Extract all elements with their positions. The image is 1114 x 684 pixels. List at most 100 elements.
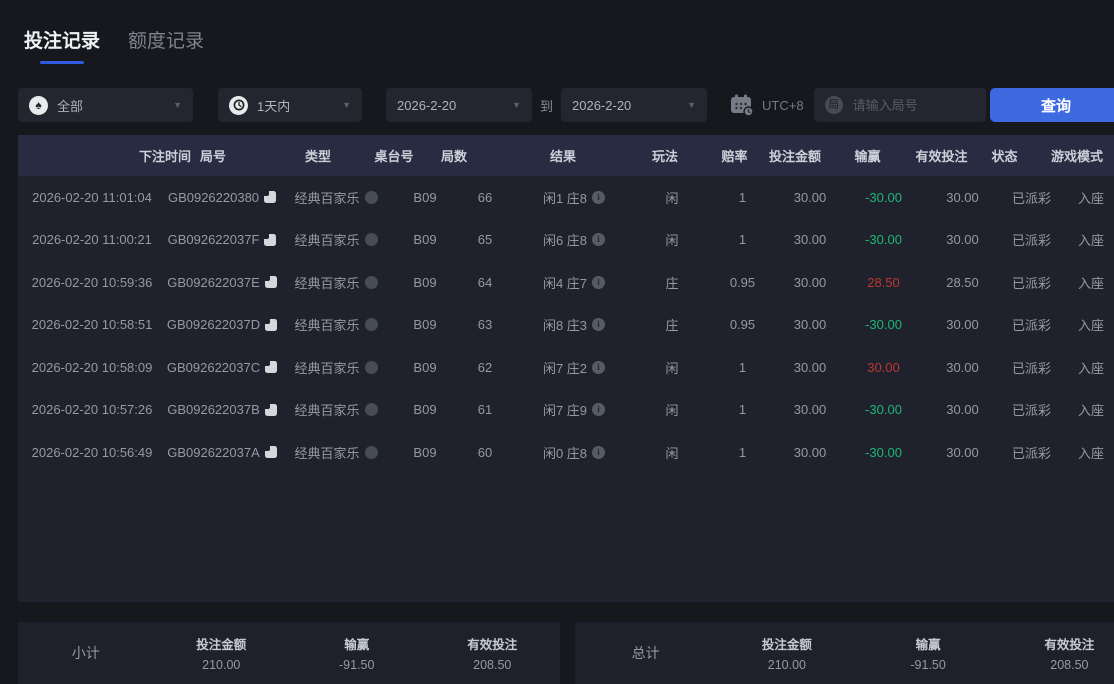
info-icon[interactable]: i: [592, 233, 606, 247]
bet-time-text: 2026-02-20 10:58:51: [31, 317, 153, 333]
cell-play-type: 庄: [634, 315, 710, 334]
subtotal-valid-bet: 有效投注 208.50: [425, 634, 561, 672]
win-loss-text: -30.00: [865, 317, 902, 333]
odds-text: 0.95: [729, 317, 756, 333]
valid-bet-text: 30.00: [946, 317, 979, 333]
game-mode-text: 入座: [1077, 445, 1104, 461]
info-icon[interactable]: i: [592, 190, 606, 204]
cell-table-no: B09: [394, 402, 456, 417]
cell-odds: 1: [710, 360, 775, 375]
round-search-input[interactable]: [850, 96, 965, 114]
round-count-text: 62: [477, 359, 493, 375]
copy-icon[interactable]: [264, 233, 277, 246]
game-mode-text: 入座: [1077, 190, 1104, 206]
cell-round-id: GB092622037D: [166, 317, 278, 332]
cell-valid-bet: 30.00: [922, 317, 1003, 332]
cell-status: 已派彩: [1003, 315, 1060, 334]
round-count-text: 63: [477, 317, 493, 333]
cell-odds: 1: [710, 445, 775, 460]
bet-amount-text: 30.00: [793, 274, 827, 290]
copy-icon[interactable]: [264, 446, 277, 459]
total-bet-amount: 投注金额 210.00: [716, 634, 857, 672]
cell-game-mode: 入座: [1060, 400, 1114, 419]
table-row: 2026-02-20 10:58:51 GB092622037D 经典百家乐 B09 6…: [18, 304, 1114, 347]
date-from-picker[interactable]: 2026-2-20 ▼: [386, 88, 532, 122]
cell-play-type: 闲: [634, 400, 710, 419]
game-logo-icon: [364, 190, 378, 204]
cell-odds: 1: [710, 190, 775, 205]
summary-bars: 小计 投注金额 210.00 输赢 -91.50 有效投注 208.50 总计 …: [18, 622, 1114, 684]
cell-bet-time: 2026-02-20 10:58:09: [18, 360, 166, 375]
game-type-text: 经典百家乐: [294, 233, 360, 249]
round-count-text: 60: [477, 444, 493, 460]
info-icon[interactable]: i: [592, 275, 606, 289]
table-header-row: 下注时间 局号 类型 桌台号 局数 结果 玩法 赔率 投注金额 输赢 有效投注 状态 游戏模式: [18, 135, 1114, 176]
cell-game-mode: 入座: [1060, 315, 1114, 334]
round-count-text: 61: [477, 402, 493, 418]
total-title: 总计: [631, 645, 660, 661]
tab-bet-records[interactable]: 投注记录: [24, 26, 100, 64]
tab-quota-records[interactable]: 额度记录: [128, 26, 204, 64]
cell-round-count: 65: [456, 232, 514, 247]
query-button[interactable]: 查询: [990, 88, 1114, 122]
cell-result: 闲8 庄3 i: [514, 315, 634, 334]
calendar-clock-icon[interactable]: [729, 93, 755, 117]
cell-odds: 1: [710, 232, 775, 247]
record-tabs: 投注记录 额度记录: [0, 0, 1114, 64]
date-to-picker[interactable]: 2026-2-20 ▼: [561, 88, 708, 122]
info-icon[interactable]: i: [592, 360, 606, 374]
valid-bet-label: 有效投注: [1044, 638, 1095, 652]
game-type-text: 经典百家乐: [294, 318, 360, 334]
odds-text: 1: [738, 189, 747, 205]
round-id-text: GB092622037D: [166, 317, 261, 333]
cell-status: 已派彩: [1003, 230, 1060, 249]
game-type-text: 经典百家乐: [294, 445, 360, 461]
copy-icon[interactable]: [264, 403, 277, 416]
status-text: 已派彩: [1011, 190, 1051, 206]
cell-round-id: GB092622037A: [166, 445, 278, 460]
cell-table-no: B09: [394, 190, 456, 205]
game-type-dropdown[interactable]: ♠ 全部 ▼: [18, 88, 193, 122]
copy-icon[interactable]: [265, 361, 278, 374]
column-header: 输赢: [854, 149, 881, 164]
cell-play-type: 闲: [634, 443, 710, 462]
info-icon[interactable]: i: [592, 318, 606, 332]
cell-odds: 0.95: [710, 275, 775, 290]
cell-round-count: 63: [456, 317, 514, 332]
cell-table-no: B09: [394, 317, 456, 332]
copy-icon[interactable]: [264, 191, 277, 204]
valid-bet-text: 30.00: [946, 359, 979, 375]
info-icon[interactable]: i: [592, 445, 606, 459]
cell-valid-bet: 30.00: [922, 360, 1003, 375]
valid-bet-text: 30.00: [946, 232, 979, 248]
play-type-text: 闲: [665, 360, 679, 376]
chevron-down-icon: ▼: [512, 100, 521, 110]
odds-text: 1: [738, 402, 747, 418]
column-header: 玩法: [651, 149, 678, 164]
cell-bet-amount: 30.00: [775, 360, 845, 375]
game-logo-icon: [364, 360, 378, 374]
bet-amount-label: 投注金额: [761, 638, 812, 652]
time-range-dropdown[interactable]: 1天内 ▼: [218, 88, 362, 122]
result-text: 闲7 庄2: [542, 360, 588, 376]
column-header: 结果: [549, 149, 576, 164]
table-no-text: B09: [413, 189, 437, 205]
cell-win-loss: -30.00: [845, 402, 922, 417]
round-search-box[interactable]: 局: [813, 88, 986, 122]
round-id-text: GB092622037E: [167, 274, 260, 290]
cell-valid-bet: 30.00: [922, 232, 1003, 247]
win-loss-text: -30.00: [865, 444, 902, 460]
info-icon[interactable]: i: [592, 403, 606, 417]
play-type-text: 闲: [665, 233, 679, 249]
bet-amount-text: 30.00: [793, 359, 827, 375]
cell-round-count: 64: [456, 275, 514, 290]
cell-result: 闲0 庄8 i: [514, 443, 634, 462]
chevron-down-icon: ▼: [173, 100, 182, 110]
play-type-text: 闲: [665, 445, 679, 461]
cell-game-mode: 入座: [1060, 443, 1114, 462]
cell-result: 闲6 庄8 i: [514, 230, 634, 249]
total-valid-bet-value: 208.50: [1050, 658, 1089, 672]
bet-amount-text: 30.00: [793, 189, 827, 205]
copy-icon[interactable]: [265, 318, 278, 331]
copy-icon[interactable]: [264, 276, 277, 289]
